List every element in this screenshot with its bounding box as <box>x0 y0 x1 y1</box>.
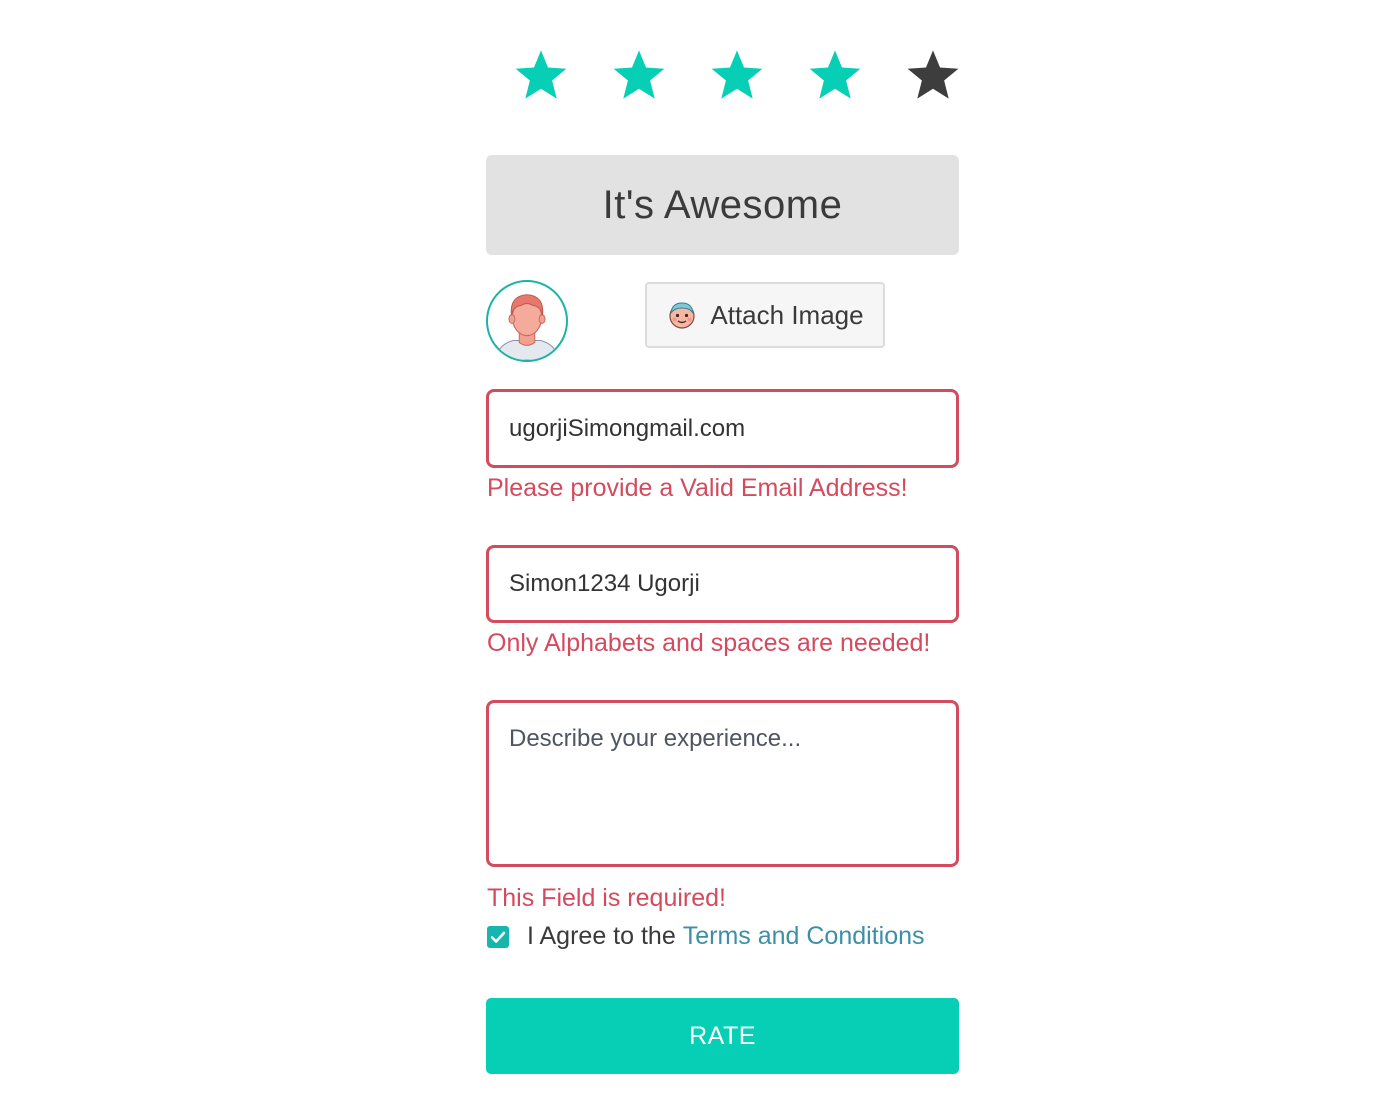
description-error-message: This Field is required! <box>487 884 726 912</box>
star-3-icon[interactable] <box>708 46 766 104</box>
experience-textarea[interactable] <box>486 700 959 867</box>
face-emoji-icon <box>669 302 695 329</box>
agree-checkbox[interactable] <box>487 925 509 948</box>
attach-image-label: Attach Image <box>710 299 864 330</box>
star-2-icon[interactable] <box>610 46 668 104</box>
attach-image-button[interactable]: Attach Image <box>645 282 885 348</box>
star-4-icon[interactable] <box>806 46 864 104</box>
star-1-icon[interactable] <box>512 46 570 104</box>
terms-agreement: I Agree to the Terms and Conditions <box>487 922 925 951</box>
user-avatar-icon <box>486 280 568 362</box>
rate-button[interactable]: RATE <box>486 998 959 1074</box>
email-error-message: Please provide a Valid Email Address! <box>487 474 908 502</box>
star-rating <box>512 46 959 106</box>
rating-label: It's Awesome <box>486 155 959 255</box>
name-error-message: Only Alphabets and spaces are needed! <box>487 629 931 657</box>
star-5-icon[interactable] <box>904 46 962 104</box>
email-field[interactable] <box>486 389 959 468</box>
name-field[interactable] <box>486 545 959 623</box>
agree-text: I Agree to the <box>527 922 676 950</box>
checkmark-icon <box>490 931 506 943</box>
rating-form: It's Awesome Attach Image Please provide… <box>0 0 1400 1096</box>
terms-link[interactable]: Terms and Conditions <box>683 922 925 951</box>
